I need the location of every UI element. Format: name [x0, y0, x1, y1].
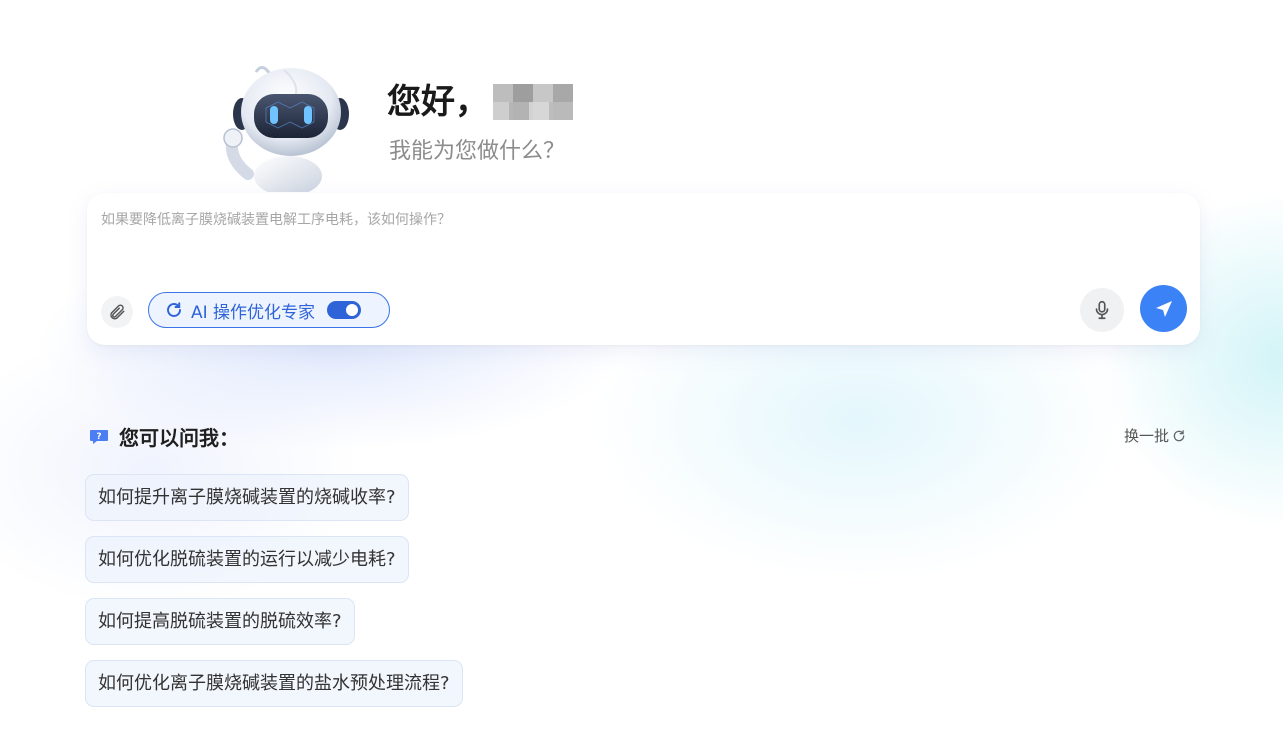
chat-input-card: AI 操作优化专家	[87, 193, 1200, 345]
voice-input-button[interactable]	[1080, 288, 1124, 332]
username-redacted	[493, 84, 573, 120]
chat-input[interactable]	[101, 209, 1180, 269]
robot-mascot-image	[223, 66, 349, 192]
send-icon	[1155, 300, 1172, 317]
microphone-icon	[1095, 300, 1109, 320]
greeting-title: 您好，	[387, 80, 573, 124]
suggestions-title: 您可以问我：	[119, 426, 239, 450]
refresh-icon	[167, 302, 181, 317]
suggestion-item[interactable]: 如何提高脱硫装置的脱硫效率?	[85, 598, 355, 645]
send-button[interactable]	[1140, 285, 1187, 332]
refresh-icon	[1173, 429, 1185, 441]
ai-expert-mode-label: AI 操作优化专家	[191, 302, 316, 323]
suggestion-item[interactable]: 如何优化离子膜烧碱装置的盐水预处理流程?	[85, 660, 463, 707]
paperclip-icon	[110, 304, 125, 320]
refresh-suggestions-button[interactable]: 换一批	[1124, 425, 1186, 446]
suggestion-item[interactable]: 如何优化脱硫装置的运行以减少电耗?	[85, 536, 409, 583]
attach-button[interactable]	[101, 296, 133, 328]
greeting-subtitle: 我能为您做什么？	[389, 139, 566, 164]
suggestions-header: ? 您可以问我：	[89, 422, 239, 451]
ai-expert-mode-chip[interactable]: AI 操作优化专家	[148, 292, 390, 328]
ai-expert-mode-toggle[interactable]	[327, 301, 362, 319]
suggestion-item[interactable]: 如何提升离子膜烧碱装置的烧碱收率?	[85, 474, 409, 521]
svg-text:?: ?	[96, 432, 101, 442]
suggestion-list: 如何提升离子膜烧碱装置的烧碱收率? 如何优化脱硫装置的运行以减少电耗? 如何提高…	[85, 474, 463, 722]
refresh-suggestions-label: 换一批	[1124, 427, 1170, 445]
question-bubble-icon: ?	[90, 429, 108, 444]
greeting-hello: 您好，	[387, 82, 489, 122]
